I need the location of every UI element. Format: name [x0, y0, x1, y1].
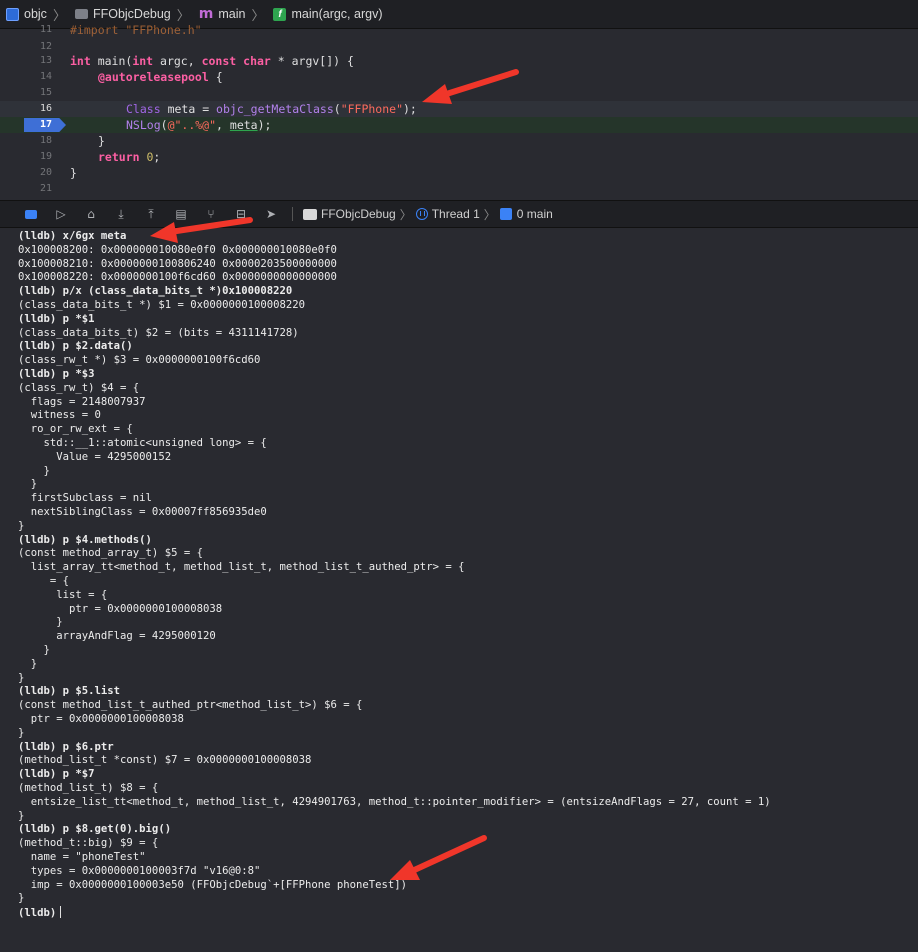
annotation-arrow [422, 69, 519, 104]
annotation-arrow [150, 217, 253, 243]
annotation-arrows [150, 69, 519, 880]
annotation-arrow [390, 835, 487, 880]
